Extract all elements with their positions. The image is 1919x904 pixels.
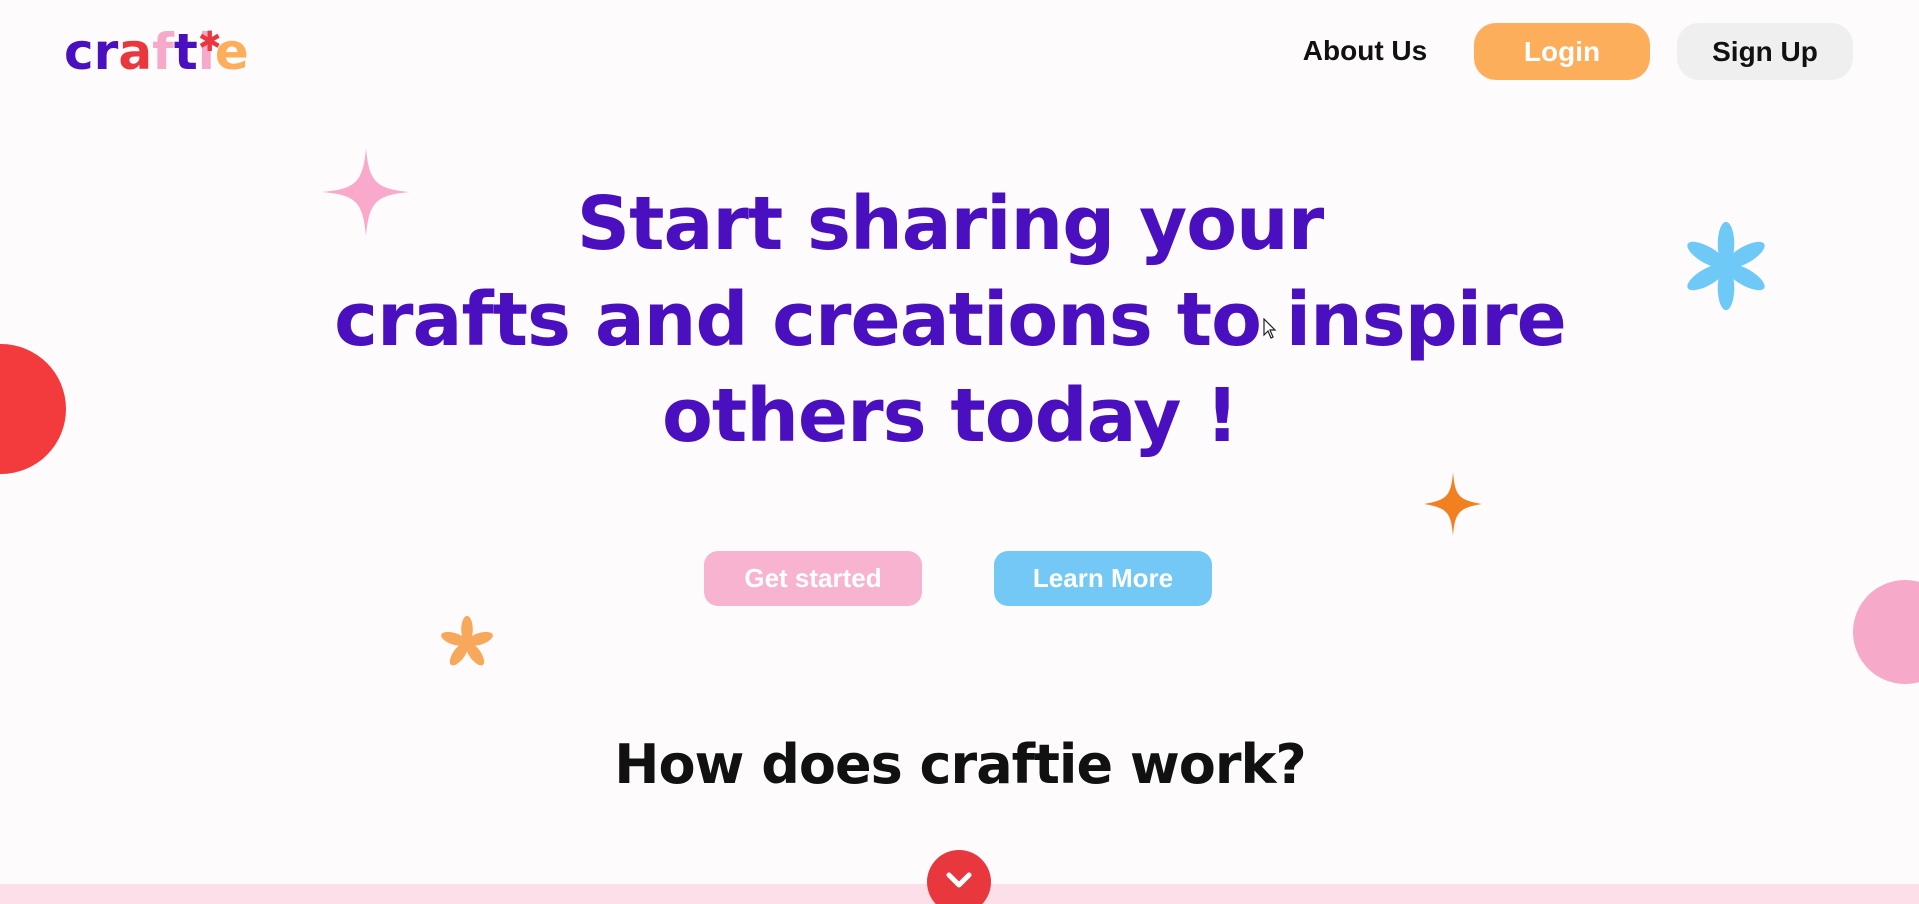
learn-more-button[interactable]: Learn More	[994, 551, 1212, 606]
blue-flower-icon	[1687, 221, 1765, 311]
hero-title: Start sharing your crafts and creations …	[300, 176, 1600, 464]
about-us-link[interactable]: About Us	[1300, 28, 1430, 74]
scroll-down-button[interactable]	[927, 850, 991, 904]
chevron-down-icon	[946, 872, 972, 888]
landing-page: craftie ✱ About Us Login Sign Up Start s…	[0, 0, 1919, 904]
logo-letter-f: f	[152, 23, 174, 81]
get-started-button[interactable]: Get started	[704, 551, 922, 606]
signup-button[interactable]: Sign Up	[1677, 23, 1853, 80]
logo-letter-r: r	[93, 23, 119, 81]
mouse-cursor-icon	[1263, 318, 1277, 339]
logo-letter-a: a	[118, 23, 153, 81]
pink-circle-decoration	[1853, 580, 1919, 684]
craftie-logo[interactable]: craftie ✱	[64, 20, 249, 84]
how-it-works-heading: How does craftie work?	[614, 733, 1306, 796]
logo-letter-c: c	[64, 23, 94, 81]
orange-sparkle-icon	[1424, 472, 1482, 536]
hero-title-line: Start sharing your	[576, 181, 1324, 267]
orange-flower-icon	[441, 615, 493, 666]
hero-title-line: crafts and creations to inspire	[334, 277, 1567, 363]
login-button[interactable]: Login	[1474, 23, 1650, 80]
hero-title-line: others today !	[662, 373, 1239, 459]
red-circle-decoration	[0, 344, 66, 474]
logo-letter-t: t	[173, 23, 198, 81]
logo-asterisk-icon: ✱	[198, 25, 222, 58]
